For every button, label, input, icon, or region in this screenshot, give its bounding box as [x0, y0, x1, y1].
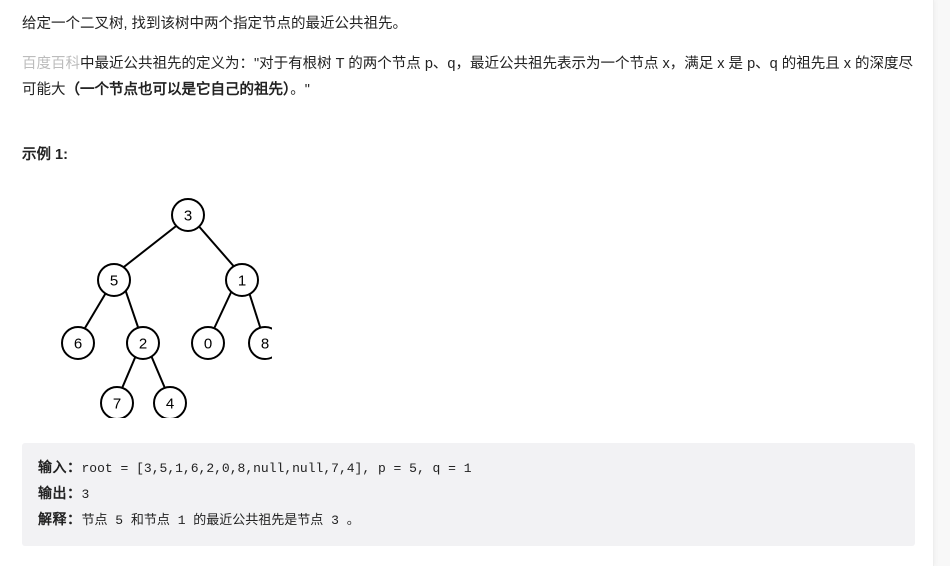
input-label: 输入：	[38, 459, 82, 475]
node-3: 3	[184, 207, 192, 224]
explain-value: 节点 5 和节点 1 的最近公共祖先是节点 3 。	[82, 513, 360, 528]
explain-label: 解释：	[38, 511, 82, 527]
node-2: 2	[139, 335, 147, 352]
sample-io-block: 输入：root = [3,5,1,6,2,0,8,null,null,7,4],…	[22, 443, 915, 546]
node-6: 6	[74, 335, 82, 352]
node-1: 1	[238, 272, 246, 289]
tree-diagram: 3 5 1 6 2 0 8 7 4	[42, 188, 915, 423]
node-0: 0	[204, 335, 212, 352]
tree-circles	[62, 199, 272, 418]
problem-intro: 给定一个二叉树, 找到该树中两个指定节点的最近公共祖先。	[22, 12, 915, 37]
node-7: 7	[113, 395, 121, 412]
tree-svg: 3 5 1 6 2 0 8 7 4	[42, 188, 272, 418]
tree-labels: 3 5 1 6 2 0 8 7 4	[74, 207, 269, 412]
node-8: 8	[261, 335, 269, 352]
example-heading: 示例 1:	[22, 143, 915, 164]
problem-document: 给定一个二叉树, 找到该树中两个指定节点的最近公共祖先。 百度百科中最近公共祖先…	[0, 0, 934, 566]
baike-link[interactable]: 百度百科	[22, 56, 80, 72]
sample-input-line: 输入：root = [3,5,1,6,2,0,8,null,null,7,4],…	[38, 455, 899, 481]
node-4: 4	[166, 395, 174, 412]
problem-definition: 百度百科中最近公共祖先的定义为："对于有根树 T 的两个节点 p、q，最近公共祖…	[22, 51, 915, 103]
definition-bold: （一个节点也可以是它自己的祖先）	[66, 82, 291, 98]
definition-text-2: 。"	[290, 82, 310, 98]
output-label: 输出：	[38, 485, 82, 501]
sample-explain-line: 解释：节点 5 和节点 1 的最近公共祖先是节点 3 。	[38, 507, 899, 533]
tree-edges	[82, 223, 262, 393]
input-value: root = [3,5,1,6,2,0,8,null,null,7,4], p …	[82, 461, 472, 476]
sample-output-line: 输出：3	[38, 481, 899, 507]
output-value: 3	[82, 487, 90, 502]
node-5: 5	[110, 272, 118, 289]
